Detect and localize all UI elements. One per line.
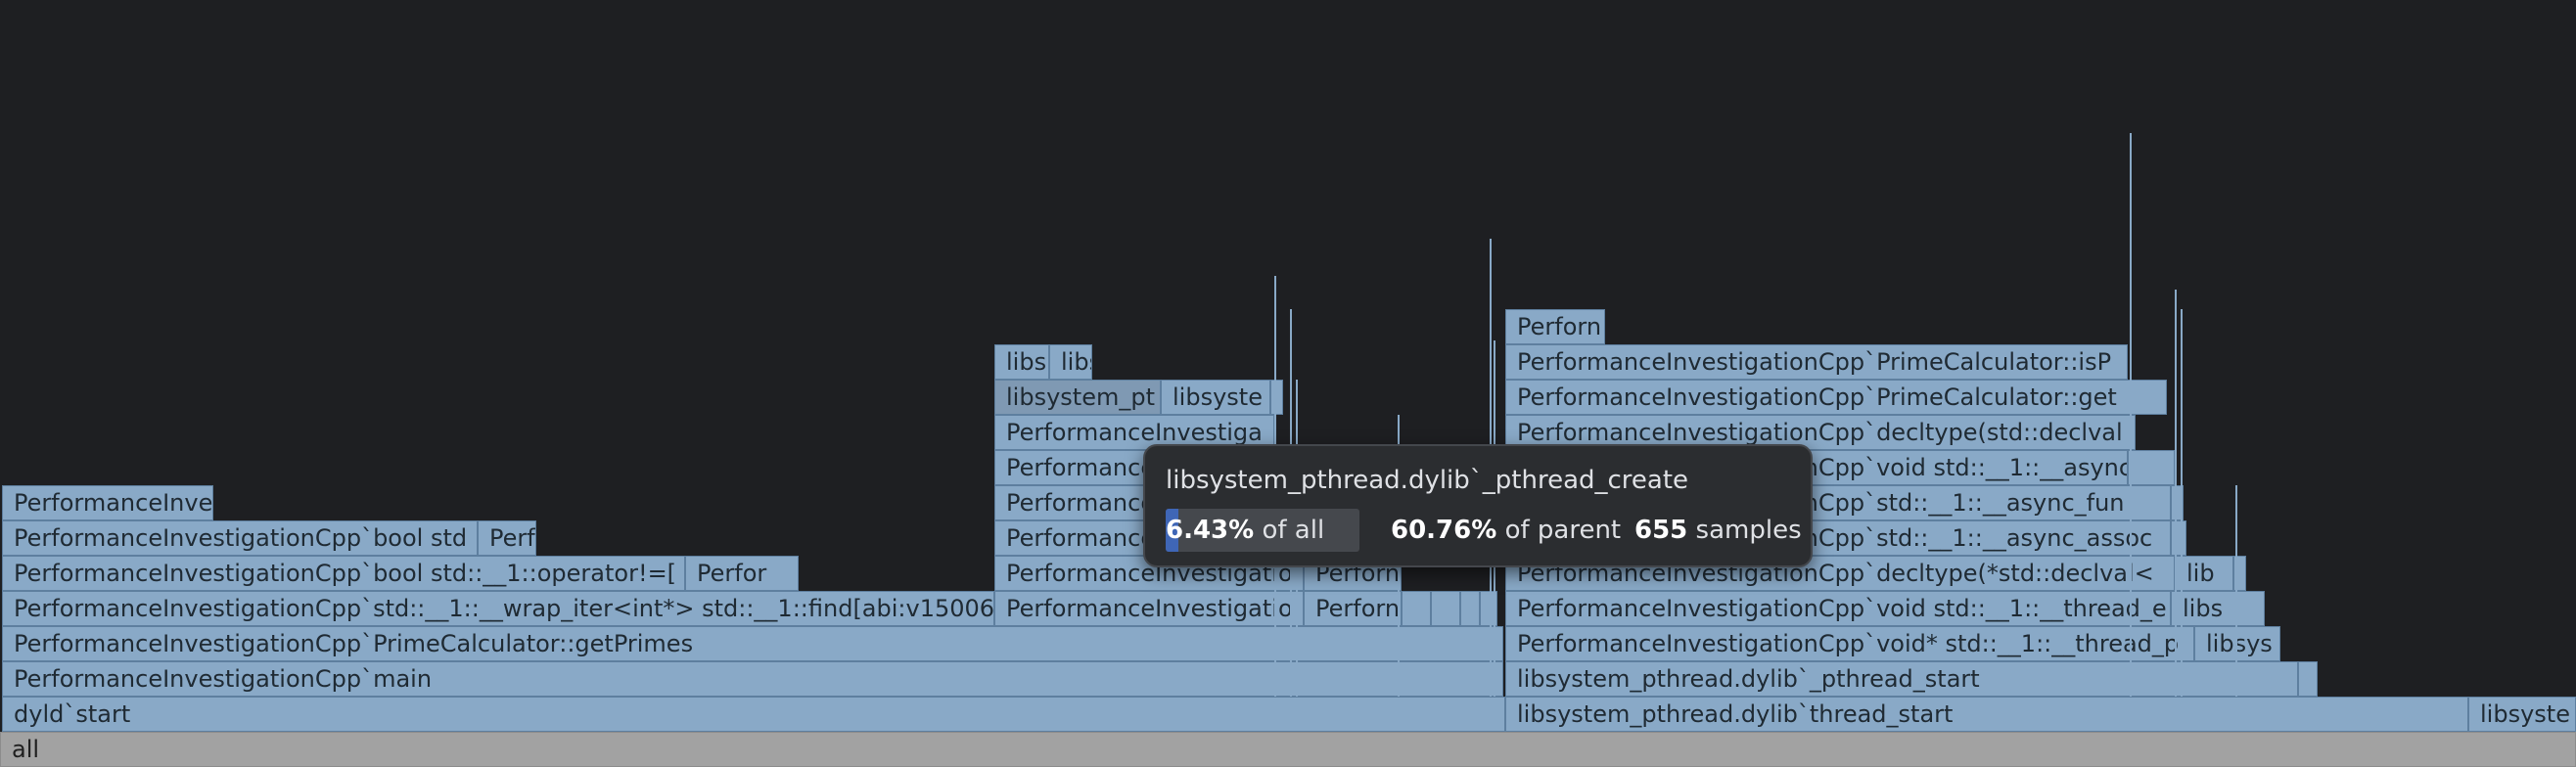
stack-frame[interactable]: PerformanceInvestigationCpp`PrimeCalcula… xyxy=(1505,380,2167,415)
stack-frame[interactable]: PerformanceInvestigationCpp`void std::__… xyxy=(1505,591,2171,626)
percent-of-parent-value: 60.76% xyxy=(1391,516,1497,545)
percent-of-all-value: 6.43% xyxy=(1166,516,1255,545)
stack-frame[interactable] xyxy=(1460,591,1480,626)
stack-frame[interactable]: PerformanceInvestigationCpp`bool std::__… xyxy=(2,556,685,591)
samples-label: samples xyxy=(1695,516,1802,545)
stack-frame[interactable] xyxy=(2128,450,2175,485)
stack-frame[interactable]: PerformanceInvestigationCpp`PrimeCalcula… xyxy=(1505,344,2128,380)
stack-frame[interactable] xyxy=(2171,520,2186,556)
frame-tooltip: libsystem_pthread.dylib`_pthread_create … xyxy=(1143,444,1813,567)
stack-frame[interactable]: libsystem_pthread.dylib`thread_start xyxy=(1505,697,2468,732)
stack-frame[interactable]: Perf xyxy=(478,520,536,556)
stack-frame-sliver[interactable] xyxy=(2175,290,2177,697)
stack-frame[interactable]: PerformanceInve xyxy=(2,485,213,520)
stack-frame[interactable]: PerformanceInvestigationCpp`void* std::_… xyxy=(1505,626,2194,661)
percent-of-parent-text: 60.76% of parent xyxy=(1391,509,1621,552)
stack-frame[interactable]: libsyste xyxy=(2468,697,2576,732)
samples-text: 655 samples xyxy=(1634,509,1802,552)
stack-frame[interactable]: Perforn xyxy=(1505,309,1605,344)
stack-frame[interactable]: dyld`start xyxy=(2,697,1505,732)
stack-frame-sliver[interactable] xyxy=(2235,485,2237,697)
stack-frame[interactable]: libsystem_pt xyxy=(994,380,1161,415)
tooltip-title: libsystem_pthread.dylib`_pthread_create xyxy=(1166,466,1689,495)
stack-frame[interactable]: PerformanceInvestigationCpp`bool std xyxy=(2,520,478,556)
stack-frame[interactable] xyxy=(1431,591,1460,626)
stack-frame[interactable]: PerformanceInvestigationCpp`std::__1::__… xyxy=(2,591,994,626)
percent-of-all-label: of all xyxy=(1262,516,1325,545)
stack-frame[interactable] xyxy=(1402,591,1431,626)
percent-of-parent-label: of parent xyxy=(1504,516,1622,545)
stack-frame[interactable]: Perforn xyxy=(1304,591,1402,626)
stack-frame[interactable]: Perfor xyxy=(685,556,799,591)
stack-frame[interactable] xyxy=(2298,661,2318,697)
root-frame-all[interactable]: all xyxy=(0,732,2576,767)
stack-frame[interactable]: libs xyxy=(1049,344,1092,380)
stack-frame-sliver[interactable] xyxy=(2130,133,2132,697)
stack-frame[interactable] xyxy=(1270,380,1283,415)
stack-frame[interactable]: libsyste xyxy=(1161,380,1270,415)
stack-frame[interactable]: libsystem_pthread.dylib`_pthread_start xyxy=(1505,661,2298,697)
flame-graph: dyld`start libsystem_pthread.dylib`thread… xyxy=(0,0,2576,767)
samples-value: 655 xyxy=(1634,516,1688,545)
stack-frame[interactable]: PerformanceInvestigationCpp`PrimeCalcula… xyxy=(2,626,1503,661)
stack-frame[interactable]: PerformanceInvestigatio xyxy=(994,591,1304,626)
percent-of-all-text: 6.43% of all xyxy=(1166,509,1324,552)
stack-frame-sliver[interactable] xyxy=(2181,309,2183,697)
stack-frame[interactable]: libsys xyxy=(2194,626,2280,661)
stack-frame[interactable]: PerformanceInvestigationCpp`main xyxy=(2,661,1503,697)
stack-frame[interactable]: libs xyxy=(2171,591,2265,626)
stack-frame[interactable]: libs xyxy=(994,344,1049,380)
stack-frame[interactable]: lib xyxy=(2175,556,2233,591)
